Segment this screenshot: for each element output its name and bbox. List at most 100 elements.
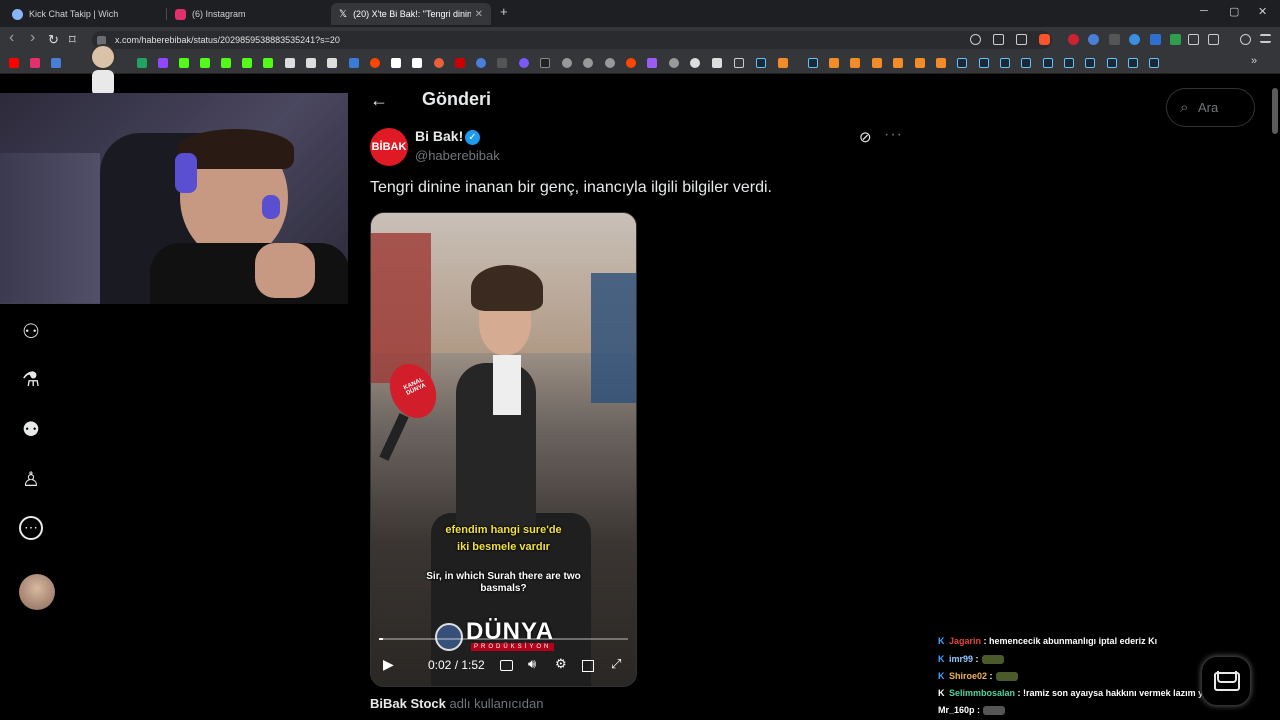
bookmark-icon[interactable] [412, 58, 422, 68]
extension-icon[interactable] [1088, 34, 1099, 45]
forward-button[interactable]: › [30, 29, 35, 47]
tab-kick-chat[interactable]: Kick Chat Takip | Wich [4, 3, 164, 25]
close-tab-icon[interactable]: ✕ [475, 9, 483, 20]
more-options-icon[interactable]: ··· [884, 126, 903, 144]
bookmark-icon[interactable] [349, 58, 359, 68]
account-avatar[interactable] [19, 574, 55, 610]
bookmark-icon[interactable] [893, 58, 903, 68]
reddit-icon[interactable] [626, 58, 636, 68]
steam-icon[interactable] [1021, 58, 1031, 68]
bookmark-button[interactable]: ⌑ [69, 32, 76, 48]
bookmark-icon[interactable] [829, 58, 839, 68]
bookmark-icon[interactable] [391, 58, 401, 68]
brave-shield-icon[interactable] [1039, 34, 1050, 45]
share-icon[interactable] [1016, 34, 1027, 45]
steam-icon[interactable] [1000, 58, 1010, 68]
maximize-button[interactable]: ▢ [1229, 5, 1239, 18]
steam-icon[interactable] [756, 58, 766, 68]
url-field[interactable]: x.com/haberebibak/status/202985953888353… [92, 31, 1052, 49]
bookmark-icon[interactable] [936, 58, 946, 68]
page-scrollbar[interactable] [1272, 88, 1278, 134]
bookmark-icon[interactable] [497, 58, 507, 68]
steam-icon[interactable] [808, 58, 818, 68]
steam-icon[interactable] [1128, 58, 1138, 68]
bookmark-icon[interactable] [306, 58, 316, 68]
youtube-icon[interactable] [9, 58, 19, 68]
steam-icon[interactable] [1085, 58, 1095, 68]
kick-icon[interactable] [221, 58, 231, 68]
back-button[interactable]: ‹ [9, 29, 14, 47]
more-icon[interactable]: ⋯ [19, 516, 43, 540]
kick-icon[interactable] [179, 58, 189, 68]
reload-button[interactable]: ↻ [48, 32, 59, 48]
steam-icon[interactable] [1064, 58, 1074, 68]
bookmark-icon[interactable] [690, 58, 700, 68]
kick-icon[interactable] [200, 58, 210, 68]
fullscreen-icon[interactable]: ⤢ [611, 656, 621, 672]
author-handle[interactable]: @haberebibak [415, 148, 500, 163]
back-arrow-button[interactable]: ← [370, 90, 388, 111]
bookmark-icon[interactable] [476, 58, 486, 68]
bookmark-icon[interactable] [872, 58, 882, 68]
author-avatar[interactable]: BİBAK [370, 128, 408, 166]
author-name[interactable]: Bi Bak! [415, 128, 463, 144]
reddit-icon[interactable] [370, 58, 380, 68]
extension-icon[interactable] [1150, 34, 1161, 45]
instagram-icon[interactable] [30, 58, 40, 68]
bookmark-icon[interactable] [519, 58, 529, 68]
minimize-button[interactable]: ─ [1200, 5, 1208, 17]
bookmark-icon[interactable] [327, 58, 337, 68]
new-tab-button[interactable]: + [500, 4, 508, 19]
cast-icon[interactable] [993, 34, 1004, 45]
pip-icon[interactable] [582, 660, 594, 672]
bookmark-icon[interactable] [285, 58, 295, 68]
grok-icon[interactable]: ⊘ [859, 128, 872, 146]
kick-icon[interactable] [263, 58, 273, 68]
drive-icon[interactable] [137, 58, 147, 68]
bookmark-icon[interactable] [778, 58, 788, 68]
settings-icon[interactable]: ⚙︎ [555, 656, 567, 672]
close-window-button[interactable]: ✕ [1258, 5, 1267, 18]
sidebar-icon[interactable] [1208, 34, 1219, 45]
steam-icon[interactable] [1107, 58, 1117, 68]
bookmark-icon[interactable] [647, 58, 657, 68]
steam-icon[interactable] [957, 58, 967, 68]
bookmark-icon[interactable] [434, 58, 444, 68]
communities-icon[interactable]: ⚉ [19, 418, 43, 442]
repost-user[interactable]: BiBak Stock [370, 696, 446, 711]
zoom-icon[interactable] [970, 34, 981, 45]
captions-icon[interactable] [500, 660, 513, 671]
search-input[interactable]: ⌕ Ara [1166, 88, 1255, 127]
kick-icon[interactable] [242, 58, 252, 68]
globe-icon[interactable] [605, 58, 615, 68]
grok-lab-icon[interactable]: ⚗ [19, 368, 43, 392]
extensions-puzzle-icon[interactable] [1188, 34, 1199, 45]
bookmark-icon[interactable] [455, 58, 465, 68]
steam-icon[interactable] [1149, 58, 1159, 68]
steam-icon[interactable] [979, 58, 989, 68]
more-bookmarks-icon[interactable]: » [1251, 55, 1257, 67]
extension-icon[interactable] [1109, 34, 1120, 45]
bookmark-icon[interactable] [915, 58, 925, 68]
extension-icon[interactable] [1068, 34, 1079, 45]
folder-icon[interactable] [734, 58, 744, 68]
menu-icon[interactable] [1260, 34, 1271, 43]
profile-icon[interactable]: ♙ [19, 468, 43, 492]
volume-icon[interactable]: 🔊︎ [528, 656, 536, 672]
bookmark-icon[interactable] [712, 58, 722, 68]
tab-x-post[interactable]: 𝕏 (20) X'te Bi Bak!: "Tengri dinine ir ✕ [331, 3, 491, 25]
tab-instagram[interactable]: (6) Instagram [167, 3, 327, 25]
video-progress-bar[interactable] [379, 638, 628, 640]
globe-icon[interactable] [669, 58, 679, 68]
video-player[interactable]: KANAL DÜNYA efendim hangi sure'de iki be… [370, 212, 637, 687]
bookmark-icon[interactable] [850, 58, 860, 68]
bookmark-icon[interactable] [51, 58, 61, 68]
globe-icon[interactable] [562, 58, 572, 68]
extension-icon[interactable] [1129, 34, 1140, 45]
extension-icon[interactable] [1170, 34, 1181, 45]
media-icon[interactable] [1240, 34, 1251, 45]
messages-button[interactable] [1201, 656, 1251, 706]
follow-icon[interactable]: ⚇ [19, 320, 43, 344]
globe-icon[interactable] [583, 58, 593, 68]
twitch-icon[interactable] [158, 58, 168, 68]
